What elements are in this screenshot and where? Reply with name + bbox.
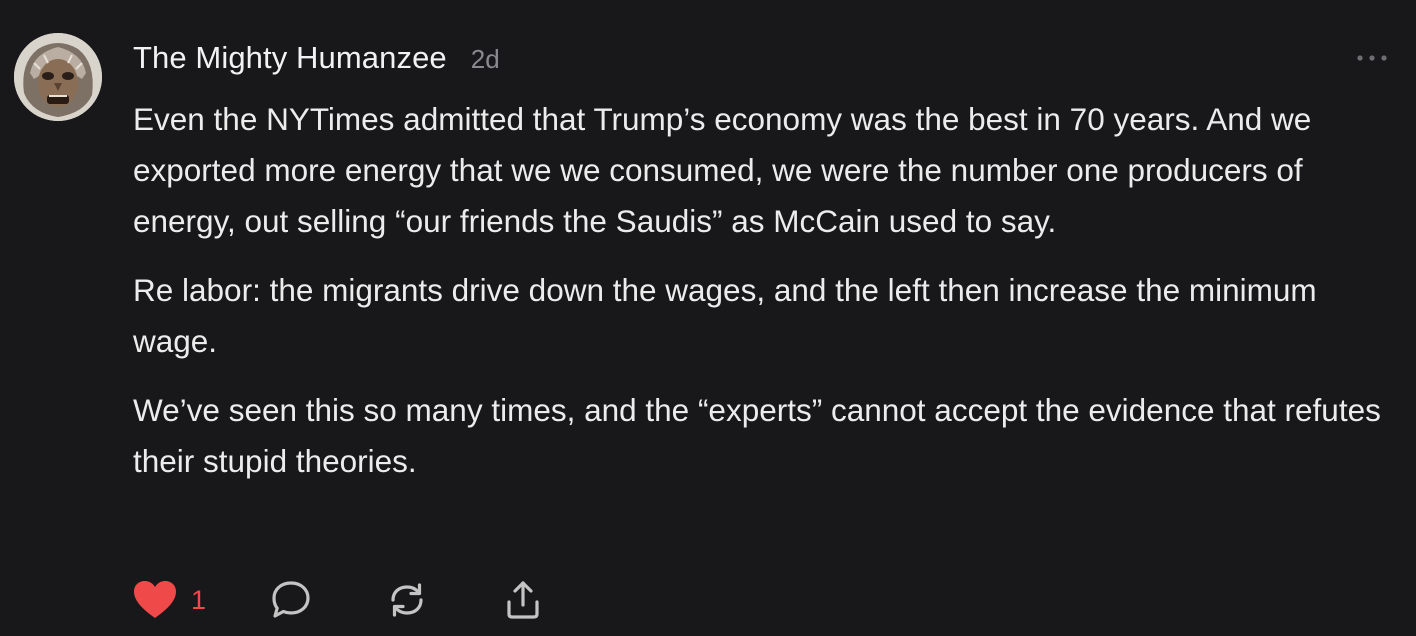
repost-arrows-icon [391, 583, 423, 617]
comment-paragraph: Re labor: the migrants drive down the wa… [133, 272, 1317, 359]
comment-header: The Mighty Humanzee 2d [133, 40, 500, 76]
reply-button[interactable] [269, 578, 313, 622]
comment-timestamp: 2d [470, 44, 500, 74]
like-count: 1 [191, 584, 207, 615]
more-options-icon [1357, 55, 1387, 61]
comment-paragraph: We’ve seen this so many times, and the “… [133, 392, 1381, 479]
comment-card: The Mighty Humanzee 2d Even the NYTimes … [0, 0, 1416, 636]
heart-icon [134, 581, 176, 618]
bigfoot-mask-avatar-icon [14, 33, 102, 121]
repost-button[interactable] [385, 578, 429, 622]
comment-body: Even the NYTimes admitted that Trump’s e… [133, 94, 1395, 487]
share-button[interactable] [501, 578, 545, 622]
like-button[interactable]: 1 [133, 578, 206, 622]
more-options-button[interactable] [1352, 46, 1392, 70]
share-upload-icon [507, 581, 539, 619]
speech-bubble-icon [272, 581, 310, 618]
comment-paragraph: Even the NYTimes admitted that Trump’s e… [133, 101, 1312, 239]
author-avatar[interactable] [14, 33, 102, 121]
author-name[interactable]: The Mighty Humanzee [133, 40, 447, 76]
